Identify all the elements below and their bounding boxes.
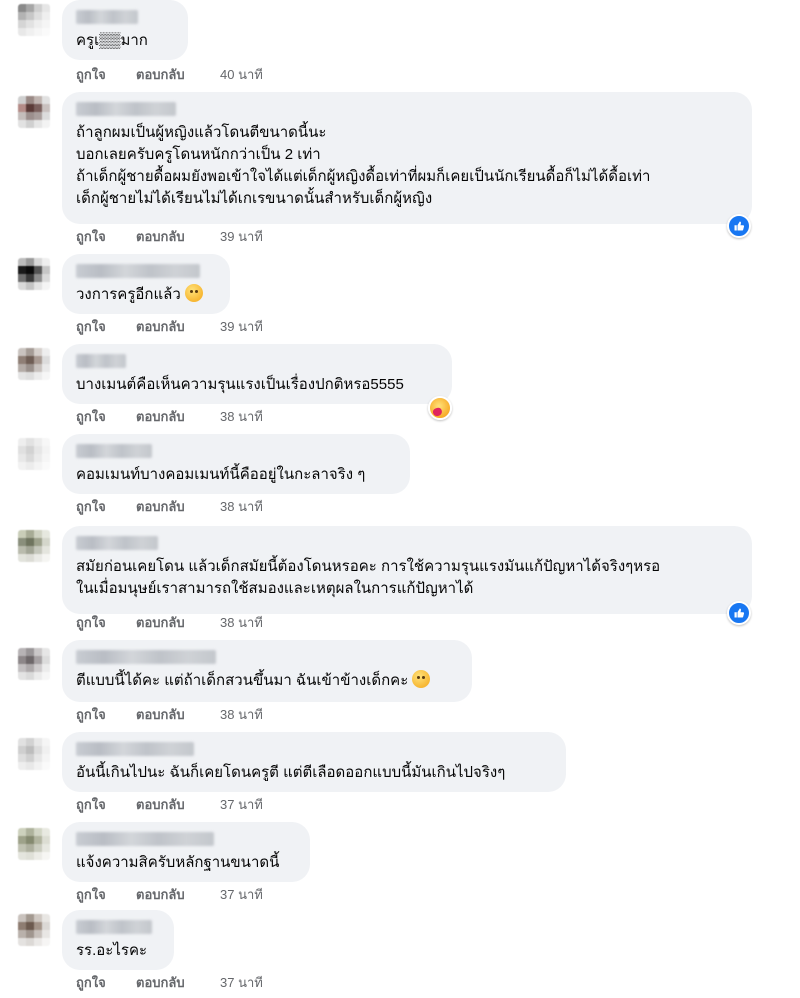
comment-text: รร.อะไรคะ: [76, 942, 148, 959]
reply-link[interactable]: ตอบกลับ: [136, 228, 220, 246]
comment-text: ครูเ▒▒มาก: [76, 32, 148, 49]
relieved-face-emoji-icon: [412, 670, 431, 688]
reply-link[interactable]: ตอบกลับ: [136, 974, 220, 992]
reply-link[interactable]: ตอบกลับ: [136, 796, 220, 814]
commenter-name-blurred[interactable]: [76, 444, 152, 458]
comment-bubble: บางเมนต์คือเห็นความรุนแรงเป็นเรื่องปกติห…: [62, 344, 452, 404]
comment-bubble: ถ้าลูกผมเป็นผู้หญิงแล้วโดนตีขนาดนี้นะ บอ…: [62, 92, 752, 224]
comment-time[interactable]: 38 นาที: [220, 498, 263, 516]
commenter-name-blurred[interactable]: [76, 920, 152, 934]
comment-time[interactable]: 38 นาที: [220, 614, 263, 632]
comment-text: บางเมนต์คือเห็นความรุนแรงเป็นเรื่องปกติห…: [76, 376, 404, 393]
reply-link[interactable]: ตอบกลับ: [136, 706, 220, 724]
comment-time[interactable]: 39 นาที: [220, 228, 263, 246]
haha-reaction-icon[interactable]: [428, 396, 452, 420]
avatar[interactable]: [18, 530, 50, 562]
comment-text: วงการครูอีกแล้ว: [76, 284, 218, 306]
comment-time[interactable]: 37 นาที: [220, 886, 263, 904]
commenter-name-blurred[interactable]: [76, 832, 214, 846]
comment-actions: ถูกใจ ตอบกลับ 38 นาที: [76, 614, 263, 632]
comment-actions: ถูกใจ ตอบกลับ 38 นาที: [76, 498, 263, 516]
commenter-name-blurred[interactable]: [76, 264, 200, 278]
like-link[interactable]: ถูกใจ: [76, 318, 136, 336]
commenter-name-blurred[interactable]: [76, 536, 158, 550]
like-link[interactable]: ถูกใจ: [76, 614, 136, 632]
comment-actions: ถูกใจ ตอบกลับ 37 นาที: [76, 886, 263, 904]
comment-text: ถ้าลูกผมเป็นผู้หญิงแล้วโดนตีขนาดนี้นะ บอ…: [76, 124, 651, 207]
comment-bubble: วงการครูอีกแล้ว: [62, 254, 230, 314]
comment-bubble: อันนี้เกินไปนะ ฉันก็เคยโดนครูตี แต่ตีเลื…: [62, 732, 566, 792]
like-link[interactable]: ถูกใจ: [76, 796, 136, 814]
commenter-name-blurred[interactable]: [76, 354, 126, 368]
rolling-eyes-emoji-icon: [184, 284, 203, 302]
comment-time[interactable]: 40 นาที: [220, 66, 263, 84]
comment-bubble: ตีแบบนี้ได้คะ แต่ถ้าเด็กสวนขึ้นมา ฉันเข้…: [62, 640, 472, 702]
avatar[interactable]: [18, 96, 50, 128]
comment-bubble: แจ้งความสิครับหลักฐานขนาดนี้: [62, 822, 310, 882]
like-link[interactable]: ถูกใจ: [76, 706, 136, 724]
comment-text: อันนี้เกินไปนะ ฉันก็เคยโดนครูตี แต่ตีเลื…: [76, 764, 506, 781]
avatar[interactable]: [18, 738, 50, 770]
comment-actions: ถูกใจ ตอบกลับ 38 นาที: [76, 408, 263, 426]
avatar[interactable]: [18, 348, 50, 380]
comment-time[interactable]: 37 นาที: [220, 796, 263, 814]
reply-link[interactable]: ตอบกลับ: [136, 886, 220, 904]
like-reaction-icon[interactable]: [727, 214, 751, 238]
comment-time[interactable]: 37 นาที: [220, 974, 263, 992]
comment-actions: ถูกใจ ตอบกลับ 40 นาที: [76, 66, 263, 84]
comment-actions: ถูกใจ ตอบกลับ 38 นาที: [76, 706, 263, 724]
reply-link[interactable]: ตอบกลับ: [136, 614, 220, 632]
like-link[interactable]: ถูกใจ: [76, 66, 136, 84]
comment-text: ตีแบบนี้ได้คะ แต่ถ้าเด็กสวนขึ้นมา ฉันเข้…: [76, 670, 460, 692]
avatar[interactable]: [18, 4, 50, 36]
comment-bubble: คอมเมนท์บางคอมเมนท์นี้คืออยู่ในกะลาจริง …: [62, 434, 410, 494]
like-link[interactable]: ถูกใจ: [76, 886, 136, 904]
avatar[interactable]: [18, 648, 50, 680]
comment-time[interactable]: 38 นาที: [220, 408, 263, 426]
avatar[interactable]: [18, 438, 50, 470]
like-reaction-icon[interactable]: [727, 601, 751, 625]
comment-text: แจ้งความสิครับหลักฐานขนาดนี้: [76, 854, 280, 871]
comment-text: สมัยก่อนเคยโดน แล้วเด็กสมัยนี้ต้องโดนหรอ…: [76, 558, 661, 597]
comment-bubble: ครูเ▒▒มาก: [62, 0, 188, 60]
comment-actions: ถูกใจ ตอบกลับ 39 นาที: [76, 228, 263, 246]
comment-text: คอมเมนท์บางคอมเมนท์นี้คืออยู่ในกะลาจริง …: [76, 466, 366, 483]
reply-link[interactable]: ตอบกลับ: [136, 318, 220, 336]
comment-actions: ถูกใจ ตอบกลับ 37 นาที: [76, 796, 263, 814]
reply-link[interactable]: ตอบกลับ: [136, 66, 220, 84]
avatar[interactable]: [18, 828, 50, 860]
avatar[interactable]: [18, 914, 50, 946]
comment-time[interactable]: 39 นาที: [220, 318, 263, 336]
comment-bubble: สมัยก่อนเคยโดน แล้วเด็กสมัยนี้ต้องโดนหรอ…: [62, 526, 752, 614]
comment-time[interactable]: 38 นาที: [220, 706, 263, 724]
like-link[interactable]: ถูกใจ: [76, 408, 136, 426]
reply-link[interactable]: ตอบกลับ: [136, 498, 220, 516]
commenter-name-blurred[interactable]: [76, 742, 194, 756]
avatar[interactable]: [18, 258, 50, 290]
reply-link[interactable]: ตอบกลับ: [136, 408, 220, 426]
commenter-name-blurred[interactable]: [76, 10, 138, 24]
like-link[interactable]: ถูกใจ: [76, 974, 136, 992]
comment-bubble: รร.อะไรคะ: [62, 910, 174, 970]
comment-actions: ถูกใจ ตอบกลับ 39 นาที: [76, 318, 263, 336]
like-link[interactable]: ถูกใจ: [76, 228, 136, 246]
commenter-name-blurred[interactable]: [76, 650, 216, 664]
like-link[interactable]: ถูกใจ: [76, 498, 136, 516]
comment-actions: ถูกใจ ตอบกลับ 37 นาที: [76, 974, 263, 992]
commenter-name-blurred[interactable]: [76, 102, 176, 116]
